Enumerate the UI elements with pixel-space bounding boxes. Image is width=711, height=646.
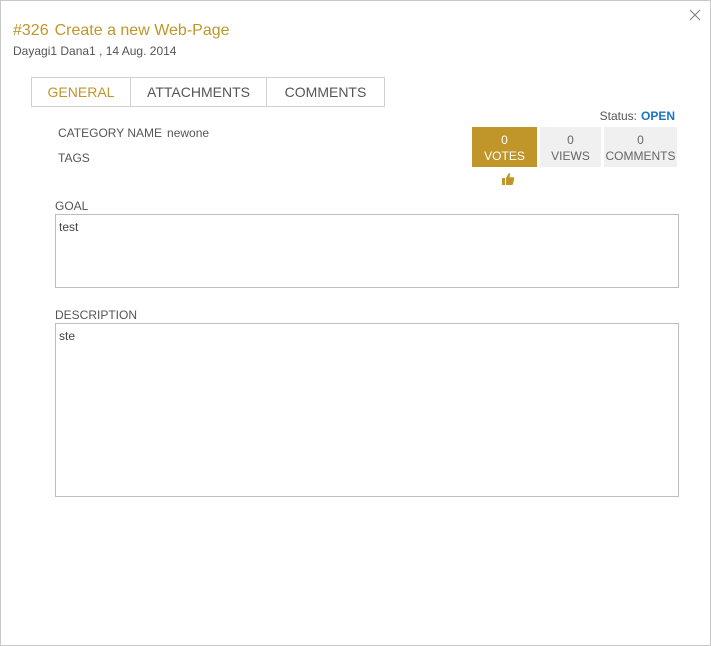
issue-id: #326	[13, 22, 49, 39]
views-count: 0	[567, 133, 574, 147]
goal-label: GOAL	[55, 199, 89, 213]
comments-counter: 0 COMMENTS	[604, 127, 677, 167]
comments-label: COMMENTS	[605, 149, 676, 163]
tab-attachments[interactable]: ATTACHMENTS	[131, 78, 267, 106]
issue-meta: Dayagi1 Dana1 , 14 Aug. 2014	[13, 44, 177, 58]
views-counter: 0 VIEWS	[540, 127, 601, 167]
category-label: CATEGORY NAME	[58, 126, 163, 140]
votes-counter[interactable]: 0 VOTES	[472, 127, 537, 167]
category-row: CATEGORY NAME newone	[58, 126, 209, 140]
status-badge: OPEN	[640, 109, 675, 123]
category-value: newone	[167, 126, 210, 140]
goal-field[interactable]: test	[55, 214, 679, 288]
tab-general[interactable]: GENERAL	[32, 78, 131, 106]
close-icon[interactable]	[688, 8, 702, 22]
status-row: Status: OPEN	[600, 109, 675, 123]
tab-comments[interactable]: COMMENTS	[267, 78, 384, 106]
status-label: Status:	[599, 109, 637, 123]
description-label: DESCRIPTION	[55, 308, 138, 322]
votes-count: 0	[501, 133, 508, 147]
comments-count: 0	[637, 133, 644, 147]
page-title: #326 Create a new Web-Page	[13, 22, 230, 40]
issue-dialog: #326 Create a new Web-Page Dayagi1 Dana1 …	[0, 0, 711, 646]
issue-title: Create a new Web-Page	[54, 22, 230, 39]
thumbs-up-icon[interactable]	[500, 171, 516, 187]
description-field[interactable]: ste	[55, 323, 679, 497]
views-label: VIEWS	[551, 149, 590, 163]
tags-label: TAGS	[58, 151, 90, 165]
votes-label: VOTES	[484, 149, 525, 163]
tab-bar: GENERAL ATTACHMENTS COMMENTS	[31, 77, 385, 107]
